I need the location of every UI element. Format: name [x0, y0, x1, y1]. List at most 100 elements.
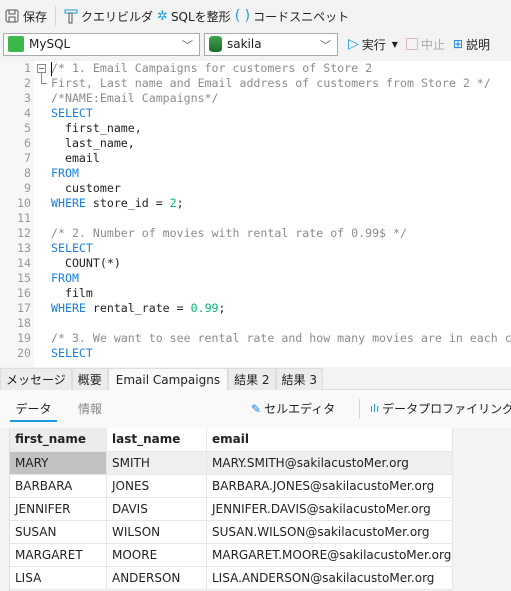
run-label: 実行	[361, 37, 386, 52]
database-select[interactable]: sakila ﹀	[204, 32, 338, 56]
column-header[interactable]: last_name	[107, 428, 207, 451]
line-number: 13	[17, 241, 31, 255]
table-row[interactable]: SUSAN WILSON SUSAN.WILSON@sakilacustoMer.o…	[10, 521, 453, 544]
table-row[interactable]: MARGARET MOORE MARGARET.MOORE@sakilacustoM…	[10, 544, 453, 567]
code-line[interactable]: 11	[0, 211, 511, 226]
tab-info[interactable]: 情報	[78, 400, 102, 417]
table-cell[interactable]: MOORE	[107, 544, 207, 566]
table-row[interactable]: LISA ANDERSON LISA.ANDERSON@sakilacustoMer…	[10, 567, 453, 590]
save-icon	[5, 9, 19, 23]
code-line[interactable]: 12 /* 2. Number of movies with rental rat…	[0, 226, 511, 241]
table-row[interactable]: MARY SMITH MARY.SMITH@sakilacustoMer.org	[10, 452, 453, 475]
table-cell[interactable]: MARY.SMITH@sakilacustoMer.org	[207, 452, 453, 474]
code-text: /* 1. Email Campaigns for customers of S…	[51, 61, 372, 76]
code-line[interactable]: 16 film	[0, 286, 511, 301]
code-text: /*NAME:Email Campaigns*/	[51, 91, 219, 106]
sql-editor[interactable]: − 1/* 1. Email Campaigns for customers o…	[0, 61, 511, 367]
code-line[interactable]: 3 /*NAME:Email Campaigns*/	[0, 91, 511, 106]
code-line[interactable]: 8 FROM	[0, 166, 511, 181]
line-number: 15	[17, 271, 31, 285]
column-header[interactable]: first_name	[10, 428, 107, 451]
code-line[interactable]: 7 email	[0, 151, 511, 166]
code-line[interactable]: 18	[0, 316, 511, 331]
code-line[interactable]: 4 SELECT	[0, 106, 511, 121]
code-line[interactable]: 2 First, Last name and Email address of c…	[0, 76, 511, 91]
data-profiling-button[interactable]: ılı データプロファイリング	[370, 400, 511, 417]
code-line[interactable]: 6 last_name,	[0, 136, 511, 151]
code-token-keyword: WHERE	[51, 196, 86, 210]
code-line[interactable]: 17 WHERE rental_rate = 0.99;	[0, 301, 511, 316]
table-cell[interactable]: DAVIS	[107, 498, 207, 520]
tab-data[interactable]: データ	[10, 400, 57, 422]
code-line[interactable]: 14 COUNT(*)	[0, 256, 511, 271]
line-number: 2	[24, 76, 31, 90]
format-sql-button[interactable]: ✲ SQLを整形	[157, 8, 231, 25]
line-number: 18	[17, 316, 31, 330]
code-text: WHERE store_id = 2;	[51, 196, 184, 211]
table-cell[interactable]: BARBARA	[10, 475, 107, 497]
result-tab[interactable]: メッセージ	[0, 368, 72, 390]
result-tab[interactable]: 結果 2	[228, 368, 276, 390]
code-line[interactable]: 20 SELECT	[0, 346, 511, 361]
table-row[interactable]: JENNIFER DAVIS JENNIFER.DAVIS@sakilacustoM…	[10, 498, 453, 521]
table-cell[interactable]: MARGARET.MOORE@sakilacustoMer.org	[207, 544, 453, 566]
cell-editor-button[interactable]: ✎ セルエディタ	[251, 400, 335, 417]
query-builder-button[interactable]: クエリビルダ	[64, 8, 153, 25]
column-header[interactable]: email	[207, 428, 453, 451]
dropdown-arrow-icon[interactable]: ▼	[392, 40, 398, 49]
code-token-keyword: SELECT	[51, 346, 93, 360]
cell-editor-label: セルエディタ	[264, 402, 336, 416]
result-tab[interactable]: 結果 3	[275, 368, 323, 390]
table-cell[interactable]: MARY	[10, 452, 107, 474]
code-token-comment: /*NAME:Email Campaigns*/	[51, 91, 219, 105]
code-line[interactable]: 9 customer	[0, 181, 511, 196]
code-token-comment: First, Last name and Email address of cu…	[51, 76, 491, 90]
code-line[interactable]: 1 /* 1. Email Campaigns for customers of …	[0, 61, 511, 76]
code-text: SELECT	[51, 346, 93, 361]
code-text: SELECT	[51, 241, 93, 256]
code-snippets-label: コードスニペット	[253, 9, 350, 24]
code-token-keyword: SELECT	[51, 241, 93, 255]
toolbar-divider	[55, 6, 57, 26]
connection-value: MySQL	[29, 37, 71, 51]
code-line[interactable]: 5 first_name,	[0, 121, 511, 136]
code-line[interactable]: 10 WHERE store_id = 2;	[0, 196, 511, 211]
result-grid[interactable]: first_name last_name email MARY SMITH MARY.SM…	[10, 428, 453, 590]
save-label: 保存	[23, 9, 48, 24]
code-line[interactable]: 13 SELECT	[0, 241, 511, 256]
table-cell[interactable]: SUSAN	[10, 521, 107, 543]
table-cell[interactable]: JONES	[107, 475, 207, 497]
table-cell[interactable]: JENNIFER	[10, 498, 107, 520]
table-cell[interactable]: MARGARET	[10, 544, 107, 566]
grid-left-edge	[0, 428, 10, 591]
table-cell[interactable]: BARBARA.JONES@sakilacustoMer.org	[207, 475, 453, 497]
code-line[interactable]: 15 FROM	[0, 271, 511, 286]
result-tab[interactable]: Email Campaigns	[107, 368, 229, 390]
table-cell[interactable]: LISA	[10, 567, 107, 589]
line-number: 19	[17, 331, 31, 345]
table-cell[interactable]: ANDERSON	[107, 567, 207, 589]
code-text: customer	[51, 181, 121, 196]
connection-select[interactable]: MySQL ﹀	[3, 32, 200, 56]
table-cell[interactable]: SMITH	[107, 452, 207, 474]
explain-button[interactable]: ⊞ 説明	[453, 36, 490, 53]
code-text: COUNT(*)	[51, 256, 121, 271]
code-line[interactable]: 19 /* 3. We want to see rental rate and h…	[0, 331, 511, 346]
code-token-comment: /* 2. Number of movies with rental rate …	[51, 226, 407, 240]
table-cell[interactable]: SUSAN.WILSON@sakilacustoMer.org	[207, 521, 453, 543]
table-row[interactable]: BARBARA JONES BARBARA.JONES@sakilacustoMer…	[10, 475, 453, 498]
code-token-number: 0.99	[190, 301, 219, 315]
run-button[interactable]: ▷ 実行 ▼	[348, 36, 398, 53]
result-tab[interactable]: 概要	[71, 368, 108, 390]
table-cell[interactable]: WILSON	[107, 521, 207, 543]
code-text: SELECT	[51, 106, 93, 121]
line-number: 17	[17, 301, 31, 315]
stop-button[interactable]: 中止	[405, 36, 445, 53]
line-number: 8	[24, 166, 31, 180]
line-number: 9	[24, 181, 31, 195]
table-cell[interactable]: JENNIFER.DAVIS@sakilacustoMer.org	[207, 498, 453, 520]
line-number: 4	[24, 106, 31, 120]
table-cell[interactable]: LISA.ANDERSON@sakilacustoMer.org	[207, 567, 453, 589]
save-button[interactable]: 保存	[4, 8, 47, 25]
code-snippets-button[interactable]: ( ) コードスニペット	[235, 8, 349, 25]
